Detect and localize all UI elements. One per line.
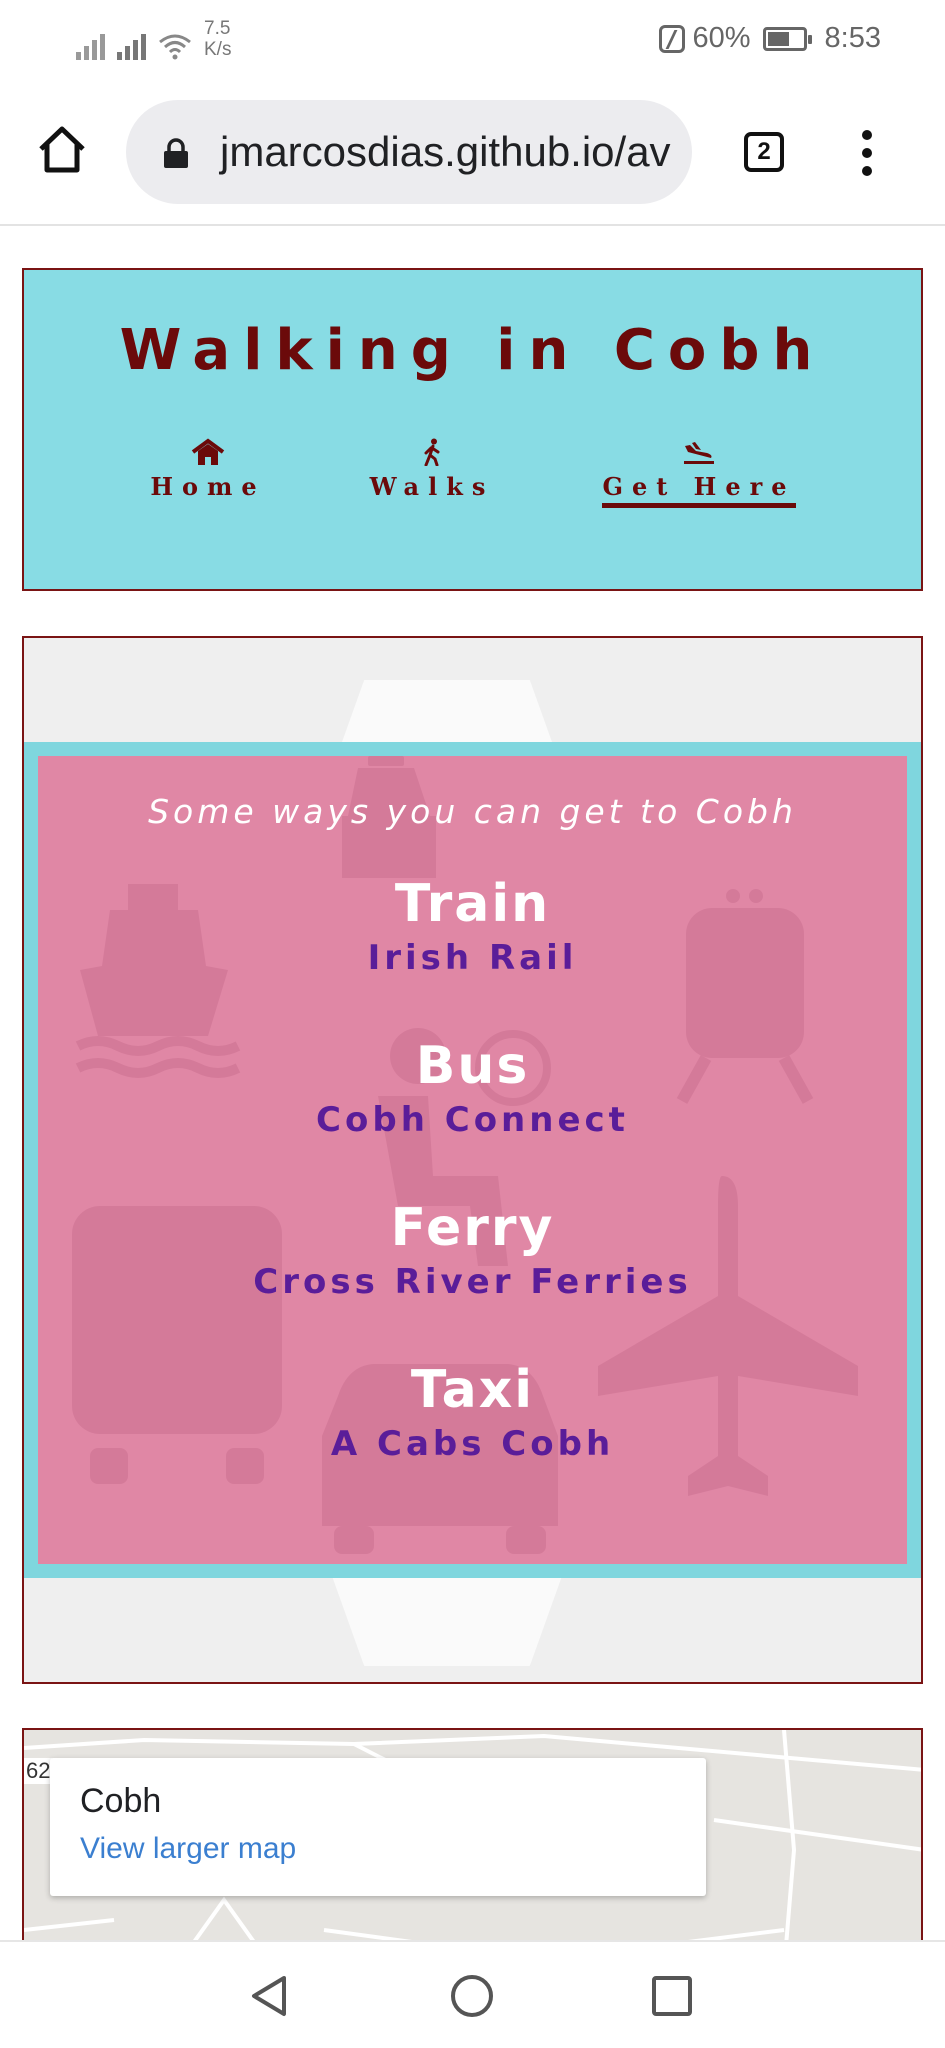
- mode-name: Bus: [415, 1036, 530, 1096]
- view-larger-map-link[interactable]: View larger map: [80, 1832, 296, 1866]
- mode-taxi: Taxi A Cabs Cobh: [38, 1360, 907, 1466]
- network-speed: 7.5 K/s: [204, 18, 231, 60]
- home-circle-icon[interactable]: [448, 1972, 496, 2020]
- lock-icon: [164, 138, 188, 168]
- decorative-hexagon-bottom: [332, 1576, 562, 1666]
- ways-title: Some ways you can get to Cobh: [148, 792, 797, 831]
- provider-link[interactable]: Cross River Ferries: [38, 1260, 907, 1304]
- network-speed-value: 7.5: [204, 18, 231, 39]
- provider-link[interactable]: A Cabs Cobh: [38, 1422, 907, 1466]
- address-bar[interactable]: jmarcosdias.github.io/av: [126, 100, 692, 204]
- ways-card-frame: Some ways you can get to Cobh Train Iris…: [24, 742, 921, 1578]
- nav-label-get-here: Get Here: [602, 472, 796, 508]
- signal-icon-sim1: [76, 26, 105, 60]
- home-icon: [191, 438, 225, 465]
- nav-label-home: Home: [150, 472, 266, 501]
- mode-train: Train Irish Rail: [38, 874, 907, 980]
- map-info-card: Cobh View larger map: [50, 1758, 706, 1896]
- nfc-icon: [658, 24, 685, 53]
- back-icon[interactable]: [246, 1972, 294, 2020]
- battery-icon: [762, 26, 812, 51]
- nav-item-home[interactable]: Home: [138, 438, 278, 501]
- map-edge-label: 62: [24, 1758, 53, 1784]
- walking-person-icon: [424, 438, 440, 466]
- url-text[interactable]: jmarcosdias.github.io/av: [220, 128, 671, 176]
- map-embed[interactable]: 62 Cobh View larger map: [22, 1728, 923, 1940]
- plane-landing-icon: [684, 442, 714, 464]
- system-navigation-bar: [0, 1940, 945, 2048]
- overflow-menu-icon[interactable]: [862, 130, 872, 184]
- tab-switcher-button[interactable]: 2: [744, 132, 784, 172]
- nav-item-get-here[interactable]: Get Here: [592, 438, 806, 508]
- battery-percent: 60%: [692, 22, 751, 54]
- signal-icon-sim2: [117, 26, 146, 60]
- mode-ferry: Ferry Cross River Ferries: [38, 1198, 907, 1304]
- site-header: Walking in Cobh Home Walks Get Here: [22, 268, 923, 591]
- mode-name: Train: [394, 874, 551, 934]
- ways-section: Some ways you can get to Cobh Train Iris…: [22, 636, 923, 1684]
- recents-icon[interactable]: [648, 1972, 696, 2020]
- wifi-icon: [159, 34, 191, 60]
- provider-link[interactable]: Cobh Connect: [38, 1098, 907, 1142]
- provider-link[interactable]: Irish Rail: [38, 936, 907, 980]
- home-button-icon[interactable]: [36, 124, 88, 176]
- mode-bus: Bus Cobh Connect: [38, 1036, 907, 1142]
- web-page: Walking in Cobh Home Walks Get Here Some…: [0, 226, 945, 1940]
- clock: 8:53: [824, 22, 881, 54]
- mode-name: Taxi: [410, 1360, 535, 1420]
- status-left: 7.5 K/s: [76, 18, 231, 60]
- network-speed-unit: K/s: [204, 39, 232, 60]
- site-title: Walking in Cobh: [119, 318, 826, 383]
- mode-name: Ferry: [390, 1198, 555, 1258]
- nav-label-walks: Walks: [369, 472, 495, 501]
- browser-toolbar: jmarcosdias.github.io/av 2: [0, 82, 945, 226]
- site-nav: Home Walks Get Here: [24, 438, 921, 518]
- status-bar: 7.5 K/s 60% 8:53: [0, 0, 945, 82]
- nav-item-walks[interactable]: Walks: [357, 438, 507, 501]
- map-place-name: Cobh: [80, 1782, 162, 1820]
- ways-card: Some ways you can get to Cobh Train Iris…: [38, 756, 907, 1564]
- status-right: 60% 8:53: [658, 22, 881, 55]
